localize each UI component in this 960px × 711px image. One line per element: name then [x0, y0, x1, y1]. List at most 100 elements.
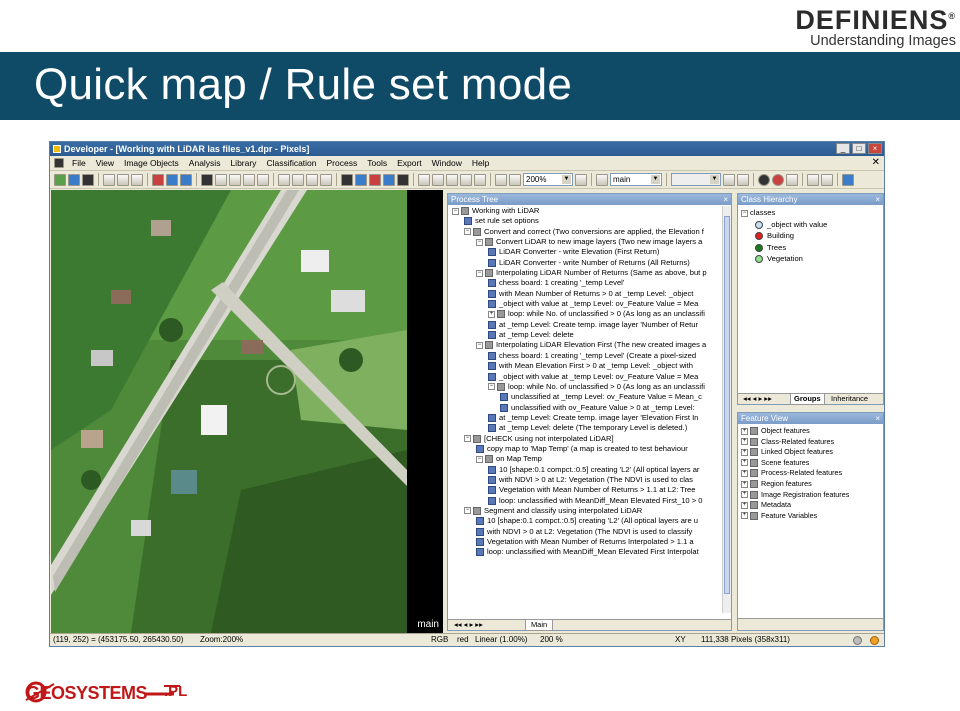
menu-library[interactable]: Library: [225, 156, 261, 171]
close-icon[interactable]: ×: [875, 413, 880, 424]
menu-view[interactable]: View: [91, 156, 119, 171]
close-icon[interactable]: ×: [875, 194, 880, 205]
expand-icon[interactable]: +: [488, 310, 495, 318]
menu-help[interactable]: Help: [467, 156, 494, 171]
zoom-select[interactable]: 200% ▼: [523, 173, 573, 186]
process-tree-row[interactable]: _object with value at _temp Level: ov_Fe…: [448, 372, 724, 382]
process-tree-row[interactable]: with Mean Number of Returns > 0 at _temp…: [448, 289, 724, 299]
level-up-icon[interactable]: [737, 173, 749, 186]
feature-item[interactable]: + Process-Related features: [741, 468, 883, 479]
layout-3-icon[interactable]: [243, 173, 255, 186]
feature-item[interactable]: + Feature Variables: [741, 511, 883, 522]
layout-2-icon[interactable]: [229, 173, 241, 186]
undo-icon[interactable]: [807, 173, 819, 186]
minimize-button[interactable]: _: [836, 143, 850, 154]
pan-icon[interactable]: [432, 173, 444, 186]
forward-icon[interactable]: [786, 173, 798, 186]
expand-icon[interactable]: +: [741, 491, 748, 499]
edit-icon[interactable]: [131, 173, 143, 186]
feature-item[interactable]: + Image Registration features: [741, 490, 883, 501]
process-tree-row[interactable]: with NDVI > 0 at L2: Vegetation (The NDV…: [448, 527, 724, 537]
process-tree-row[interactable]: at _temp Level: delete (The temporary Le…: [448, 423, 724, 433]
feature-item[interactable]: + Class-Related features: [741, 437, 883, 448]
save-icon[interactable]: [82, 173, 94, 186]
class-item[interactable]: _object with value: [741, 219, 883, 231]
scrollbar-thumb[interactable]: [724, 216, 730, 594]
process-tree-row[interactable]: − loop: while No. of unclassified > 0 (As…: [448, 382, 724, 392]
process-tree-row[interactable]: Vegetation with Mean Number of Returns >…: [448, 485, 724, 495]
tab-nav-arrows[interactable]: ◂◂ ◂ ▸ ▸▸: [740, 394, 775, 404]
process-tree-row[interactable]: chess board: 1 creating '_temp Level' (C…: [448, 351, 724, 361]
process-tree-row[interactable]: LiDAR Converter - write Elevation (First…: [448, 247, 724, 257]
feature-item[interactable]: + Metadata: [741, 500, 883, 511]
process-tree-row[interactable]: Vegetation with Mean Number of Returns I…: [448, 537, 724, 547]
feature-item[interactable]: + Region features: [741, 479, 883, 490]
process-tree-row[interactable]: with Mean Elevation First > 0 at _temp L…: [448, 361, 724, 371]
process-tree-row[interactable]: at _temp Level: Create temp. image layer…: [448, 320, 724, 330]
class-item[interactable]: Trees: [741, 242, 883, 254]
image-view[interactable]: main: [51, 190, 443, 633]
menu-window[interactable]: Window: [427, 156, 467, 171]
collapse-icon[interactable]: −: [452, 207, 459, 215]
open-icon[interactable]: [54, 173, 66, 186]
class-item[interactable]: Building: [741, 230, 883, 242]
execute-icon[interactable]: [166, 173, 178, 186]
view-3-icon[interactable]: [306, 173, 318, 186]
process-tree-row[interactable]: + loop: while No. of unclassified > 0 (As…: [448, 309, 724, 319]
layout-1-icon[interactable]: [215, 173, 227, 186]
map-grid-icon[interactable]: [596, 173, 608, 186]
menu-file[interactable]: File: [67, 156, 91, 171]
view-1-icon[interactable]: [278, 173, 290, 186]
expand-icon[interactable]: +: [741, 512, 748, 520]
close-button[interactable]: ×: [868, 143, 882, 154]
process-tree-scrollbar[interactable]: [722, 206, 731, 613]
process-tree-row[interactable]: at _temp Level: delete: [448, 330, 724, 340]
expand-icon[interactable]: +: [741, 501, 748, 509]
open-project-icon[interactable]: [68, 173, 80, 186]
process-tree-row[interactable]: − [CHECK using not interpolated LiDAR]: [448, 434, 724, 444]
help-icon[interactable]: [772, 173, 784, 186]
layer-mix-icon[interactable]: [355, 173, 367, 186]
expand-icon[interactable]: +: [741, 438, 748, 446]
menu-tools[interactable]: Tools: [362, 156, 392, 171]
zoom-apply-icon[interactable]: [575, 173, 587, 186]
expand-icon[interactable]: +: [741, 427, 748, 435]
maximize-button[interactable]: □: [852, 143, 866, 154]
tab-groups[interactable]: Groups: [790, 394, 825, 405]
feature-item[interactable]: + Object features: [741, 426, 883, 437]
zoom-plus-icon[interactable]: [509, 173, 521, 186]
expand-icon[interactable]: +: [741, 448, 748, 456]
process-icon[interactable]: [152, 173, 164, 186]
grid-icon[interactable]: [341, 173, 353, 186]
menu-classification[interactable]: Classification: [261, 156, 321, 171]
new-icon[interactable]: [103, 173, 115, 186]
process-tree-row[interactable]: unclassified at _temp Level: ov_Feature …: [448, 392, 724, 402]
process-tree-row[interactable]: 10 [shape:0.1 compct.:0.5] creating 'L2'…: [448, 465, 724, 475]
process-tree-row[interactable]: copy map to 'Map Temp' (a map is created…: [448, 444, 724, 454]
process-tree-row[interactable]: − Segment and classify using interpolated…: [448, 506, 724, 516]
pointer-icon[interactable]: [418, 173, 430, 186]
collapse-icon[interactable]: −: [741, 209, 748, 217]
process-tree-row[interactable]: _object with value at _temp Level: ov_Fe…: [448, 299, 724, 309]
zoom-in-icon[interactable]: [474, 173, 486, 186]
process-tree[interactable]: − Working with LiDAR set rule set options −…: [448, 206, 724, 613]
menu-export[interactable]: Export: [392, 156, 427, 171]
menu-process[interactable]: Process: [322, 156, 363, 171]
feature-item[interactable]: + Linked Object features: [741, 447, 883, 458]
level-select[interactable]: ▼: [671, 173, 721, 186]
layout-4-icon[interactable]: [257, 173, 269, 186]
process-tree-row[interactable]: − Convert and correct (Two conversions ar…: [448, 227, 724, 237]
level-down-icon[interactable]: [723, 173, 735, 186]
view-4-icon[interactable]: [320, 173, 332, 186]
redo-icon[interactable]: [821, 173, 833, 186]
info-icon[interactable]: [758, 173, 770, 186]
map-select[interactable]: main ▼: [610, 173, 662, 186]
cursor-tool-icon[interactable]: [201, 173, 213, 186]
expand-icon[interactable]: +: [741, 459, 748, 467]
process-tree-row[interactable]: unclassified with ov_Feature Value > 0 a…: [448, 403, 724, 413]
close-icon[interactable]: ×: [723, 194, 728, 205]
collapse-icon[interactable]: −: [464, 507, 471, 515]
menu-analysis[interactable]: Analysis: [184, 156, 226, 171]
class-root[interactable]: − classes: [741, 207, 883, 219]
settings-icon[interactable]: [842, 173, 854, 186]
